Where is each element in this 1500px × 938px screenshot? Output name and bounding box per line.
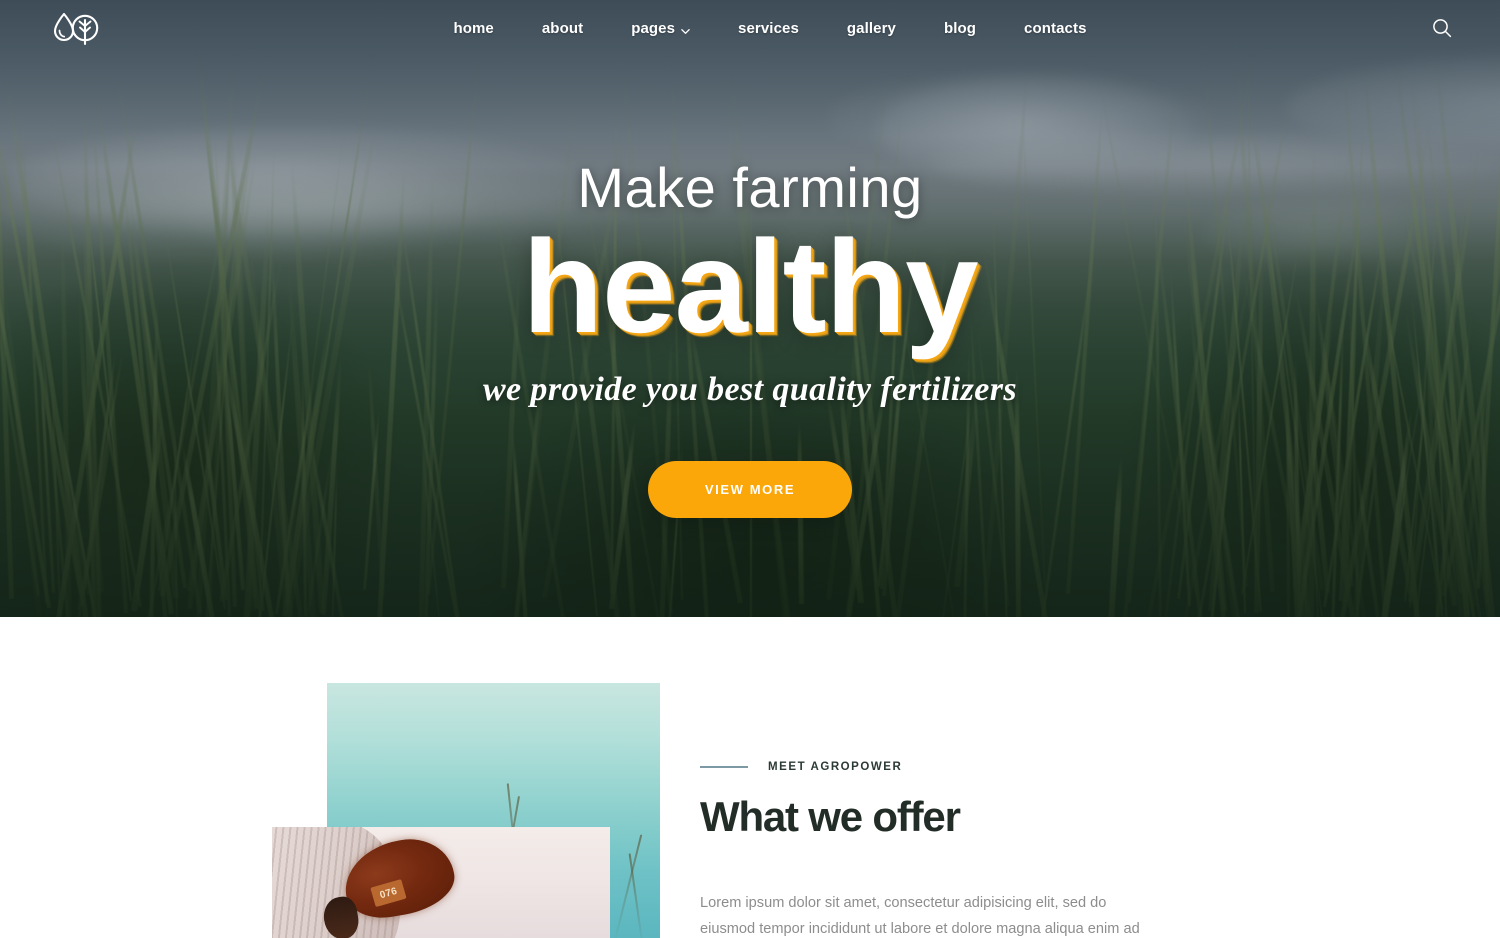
grass-stalk [628, 853, 644, 938]
offer-paragraph: Lorem ipsum dolor sit amet, consectetur … [700, 895, 1140, 938]
cow-ear-tag: 076 [370, 879, 407, 908]
offer-kicker-row: MEET AGROPOWER [700, 617, 1220, 773]
kicker-divider [700, 766, 748, 768]
nav-item-gallery[interactable]: gallery [823, 20, 920, 37]
nav-label: contacts [1024, 19, 1087, 37]
offer-kicker: MEET AGROPOWER [768, 761, 903, 773]
chevron-down-icon [681, 23, 690, 34]
nav-item-about[interactable]: about [518, 20, 607, 37]
hero-pre-title: Make farming [577, 156, 923, 219]
water-drop-tree-icon [53, 12, 99, 46]
nav-item-home[interactable]: home [429, 20, 517, 37]
nav-item-contacts[interactable]: contacts [1000, 20, 1111, 37]
search-icon [1433, 19, 1452, 38]
site-header: home about pages services gallery blog c… [0, 0, 1500, 56]
hero-subtitle: we provide you best quality fertilizers [482, 370, 1018, 408]
nav-item-pages[interactable]: pages [607, 20, 714, 37]
nav-label: blog [943, 19, 977, 37]
main-navigation: home about pages services gallery blog c… [389, 20, 1110, 37]
offer-image-cow: 076 [272, 827, 610, 938]
nav-item-services[interactable]: services [714, 20, 823, 37]
nav-label: about [541, 19, 584, 37]
hero-main-title: healthy [522, 213, 978, 360]
offer-title: What we offer [700, 793, 961, 840]
hero-content: Make farming healthy we provide you best… [0, 160, 1500, 518]
nav-label: home [453, 19, 494, 37]
offer-text-block: MEET AGROPOWER What we offer Lorem ipsum… [700, 617, 1220, 938]
nav-label: gallery [846, 19, 896, 37]
nav-label: services [738, 19, 799, 37]
hero-section: home about pages services gallery blog c… [0, 0, 1500, 617]
hero-cta-wrapper: VIEW MORE [0, 460, 1500, 518]
view-more-button[interactable]: VIEW MORE [647, 460, 853, 518]
search-button[interactable] [1426, 12, 1458, 44]
nav-item-blog[interactable]: blog [920, 20, 1000, 37]
offer-section: 076 MEET AGROPOWER What we offer Lorem i… [0, 617, 1500, 938]
logo[interactable] [46, 8, 108, 50]
nav-label: pages [631, 19, 676, 37]
